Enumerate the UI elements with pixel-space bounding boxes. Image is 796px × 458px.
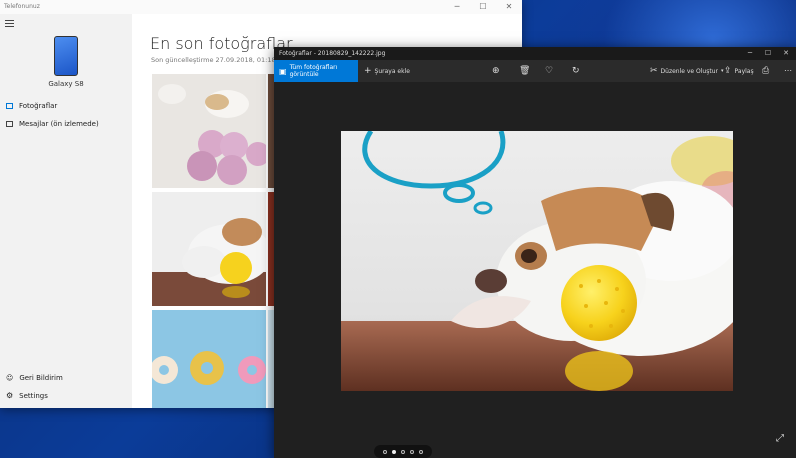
photos-viewer-window: Fotoğraflar - 20180829_142222.jpg ─ ☐ ✕ … [274,47,796,458]
view-all-photos-button[interactable]: ▣ Tüm fotoğrafları görüntüle [274,60,358,82]
share-button[interactable]: ⇪ Paylaş [724,60,754,82]
photo-thumbnail[interactable] [152,310,266,408]
more-button[interactable]: ⋯ [784,60,792,82]
print-icon: ⎙ [762,65,770,76]
print-button[interactable]: ⎙ [762,60,769,82]
title-bar: Fotoğraflar - 20180829_142222.jpg ─ ☐ ✕ [274,47,796,60]
close-icon[interactable]: ✕ [776,47,796,60]
pager-dot[interactable] [419,449,423,454]
close-icon[interactable]: ✕ [498,0,520,14]
hamburger-menu-icon[interactable] [5,20,14,29]
bulldog-thumbnail-photo [152,192,266,306]
nav-label: Geri Bildirim [19,374,63,382]
heart-icon: ♡ [545,65,554,76]
add-to-button[interactable]: + Şuraya ekle [364,60,410,82]
photos-icon [6,103,13,109]
messages-icon [6,121,13,127]
sidebar: Galaxy S8 Fotoğraflar Mesajlar (ön izlem… [0,14,132,408]
minimize-icon[interactable]: ─ [740,47,760,60]
nav-label: Fotoğraflar [19,102,58,110]
pager-dot[interactable] [383,449,387,454]
rotate-button[interactable]: ↻ [572,60,580,82]
rotate-icon: ↻ [572,65,580,76]
scissors-icon: ✂ [650,65,658,76]
zoom-in-icon: ⊕ [492,65,500,76]
nav-item-feedback[interactable]: ☺ Geri Bildirim [6,374,63,382]
window-title: Telefonunuz [4,3,40,10]
device-name: Galaxy S8 [48,80,84,88]
bulldog-photo [341,131,733,391]
photo-thumbnail[interactable] [152,192,266,306]
share-icon: ⇪ [724,65,732,76]
more-icon: ⋯ [784,66,792,75]
donuts-photo [152,310,266,408]
plus-icon: + [364,65,372,76]
nav-item-settings[interactable]: ⚙ Settings [6,391,48,400]
delete-button[interactable]: 🗑︎ [519,60,530,82]
nav-item-photos[interactable]: Fotoğraflar [6,102,57,110]
photo-gallery-icon: ▣ [279,66,287,76]
zoom-button[interactable]: ⊕ [492,60,500,82]
nav-label: Mesajlar (ön izlemede) [19,120,99,128]
nav-item-messages[interactable]: Mesajlar (ön izlemede) [6,120,99,128]
last-updated: Son güncelleştirme 27.09.2018, 01:18Ye [151,56,287,64]
pager-dot-active[interactable] [392,449,396,454]
macarons-photo [152,74,266,188]
title-bar: Telefonunuz ─ ☐ ✕ [0,0,522,14]
photo-thumbnail[interactable] [152,74,266,188]
feedback-icon: ☺ [6,374,14,382]
maximize-icon[interactable]: ☐ [758,47,778,60]
favorite-button[interactable]: ♡ [545,60,553,82]
phone-device-icon [54,36,78,76]
maximize-icon[interactable]: ☐ [472,0,494,14]
pager-dot[interactable] [410,449,414,454]
page-title: En son fotoğraflar [150,34,293,53]
pager-dot[interactable] [401,449,405,454]
edit-create-button[interactable]: ✂ Düzenle ve Oluştur ▾ [650,60,723,82]
toolbar: ▣ Tüm fotoğrafları görüntüle + Şuraya ek… [274,60,796,82]
trash-icon: 🗑︎ [519,65,531,76]
main-photo[interactable] [341,131,733,391]
nav-label: Settings [19,391,48,400]
gear-icon: ⚙ [6,391,14,400]
minimize-icon[interactable]: ─ [446,0,468,14]
filmstrip-pager [374,445,432,458]
fullscreen-icon[interactable]: ⤢ [776,433,784,444]
window-title: Fotoğraflar - 20180829_142222.jpg [279,50,386,57]
